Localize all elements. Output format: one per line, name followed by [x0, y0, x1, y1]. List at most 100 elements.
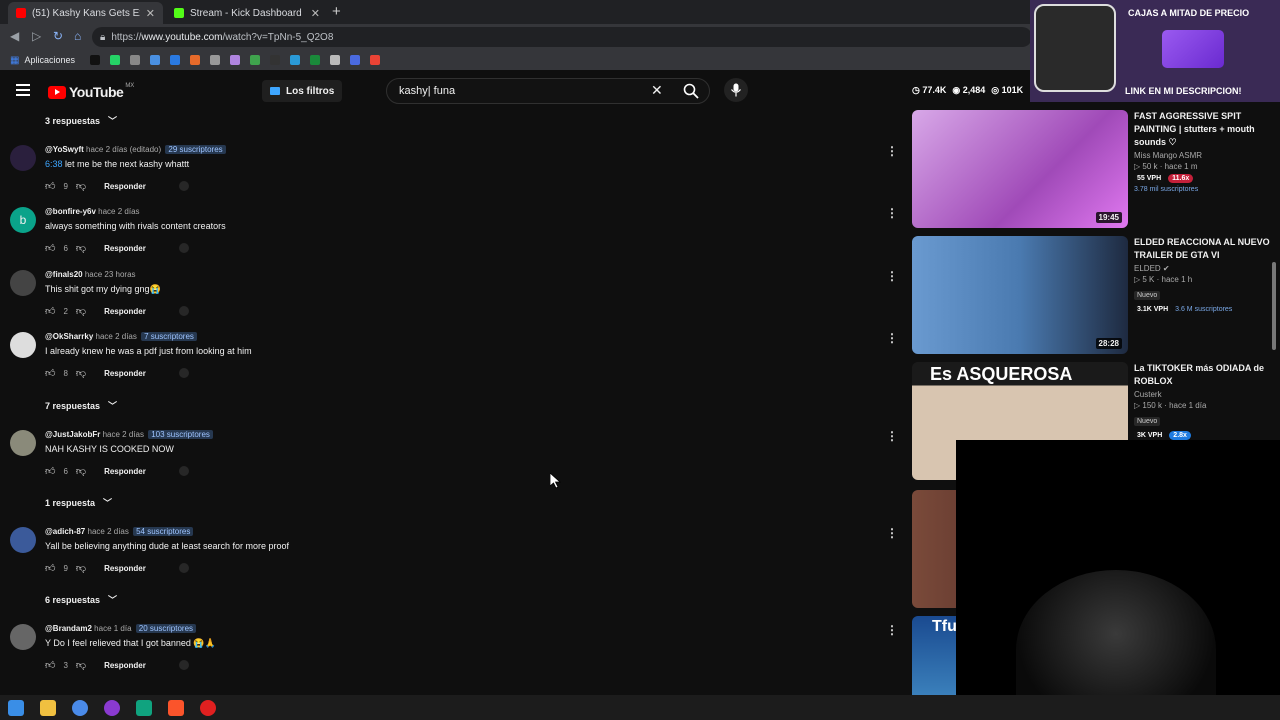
dislike-icon[interactable]: 👎︎: [76, 562, 86, 574]
comment-author[interactable]: @finals20: [45, 270, 83, 279]
youtube-app-icon[interactable]: [200, 699, 216, 716]
dislike-icon[interactable]: 👎︎: [76, 180, 86, 192]
more-options-icon[interactable]: ⋮: [886, 624, 898, 636]
like-icon[interactable]: 👍︎: [45, 465, 55, 477]
replies-toggle[interactable]: 6 respuestas ﹀: [45, 593, 117, 606]
avatar[interactable]: b: [10, 207, 36, 233]
like-icon[interactable]: 👍︎: [45, 562, 55, 574]
bookmark-icon[interactable]: [169, 55, 180, 65]
search-input[interactable]: kashy| funa ✕: [386, 78, 710, 104]
video-title[interactable]: La TIKTOKER más ODIADA de ROBLOX: [1134, 362, 1274, 388]
reply-button[interactable]: Responder: [104, 467, 146, 476]
avatar[interactable]: [10, 332, 36, 358]
bookmark-icon[interactable]: [249, 55, 260, 65]
comment-author[interactable]: @YoSwyft: [45, 145, 84, 154]
bookmark-icon[interactable]: [149, 55, 160, 65]
replies-toggle[interactable]: 7 respuestas ﹀: [45, 399, 117, 412]
like-icon[interactable]: 👍︎: [45, 367, 55, 379]
like-icon[interactable]: 👍︎: [45, 242, 55, 254]
avatar[interactable]: [10, 145, 36, 171]
whatsapp-bookmark-icon[interactable]: [109, 55, 120, 65]
comment-time[interactable]: hace 2 días (editado): [86, 145, 161, 154]
comment-time[interactable]: hace 2 días: [103, 430, 144, 439]
bookmark-icon[interactable]: [129, 55, 140, 65]
avatar[interactable]: [10, 624, 36, 650]
gmail-bookmark-icon[interactable]: [369, 55, 380, 65]
bookmark-apps[interactable]: Aplicaciones: [24, 55, 75, 65]
chrome-icon[interactable]: [72, 699, 88, 716]
dislike-icon[interactable]: 👎︎: [76, 242, 86, 254]
comment-author[interactable]: @JustJakobFr: [45, 430, 100, 439]
apps-grid-icon[interactable]: ▦: [10, 55, 19, 66]
reply-button[interactable]: Responder: [104, 369, 146, 378]
reply-button[interactable]: Responder: [104, 244, 146, 253]
new-tab-icon[interactable]: +: [332, 3, 341, 20]
file-explorer-icon[interactable]: [40, 699, 56, 716]
comment-author[interactable]: @OkSharrky: [45, 332, 93, 341]
replies-toggle[interactable]: 3 respuestas ﹀: [45, 114, 117, 127]
back-icon[interactable]: ◀: [10, 29, 19, 43]
dislike-icon[interactable]: 👎︎: [76, 367, 86, 379]
comment-time[interactable]: hace 2 días: [98, 207, 139, 216]
more-options-icon[interactable]: ⋮: [886, 430, 898, 442]
tab-kick[interactable]: Stream - Kick Dashboard ✕: [166, 2, 328, 24]
close-tab-icon[interactable]: ✕: [311, 7, 320, 20]
hamburger-menu-icon[interactable]: [16, 84, 30, 96]
chatgpt-icon[interactable]: [136, 699, 152, 716]
app-icon[interactable]: [104, 699, 120, 716]
like-icon[interactable]: 👍︎: [45, 180, 55, 192]
reload-icon[interactable]: ↻: [53, 29, 63, 43]
reply-button[interactable]: Responder: [104, 182, 146, 191]
more-options-icon[interactable]: ⋮: [886, 332, 898, 344]
sidebar-scrollbar[interactable]: [1272, 262, 1276, 350]
comment-author[interactable]: @adich-87: [45, 527, 85, 536]
channel-name[interactable]: Miss Mango ASMR: [1134, 151, 1274, 160]
video-thumbnail[interactable]: 19:45: [912, 110, 1128, 228]
bookmark-icon[interactable]: [329, 55, 340, 65]
reply-button[interactable]: Responder: [104, 307, 146, 316]
more-options-icon[interactable]: ⋮: [886, 207, 898, 219]
clear-search-icon[interactable]: ✕: [651, 82, 663, 99]
bookmark-icon[interactable]: [229, 55, 240, 65]
forward-icon[interactable]: ▷: [32, 29, 41, 43]
filters-button[interactable]: Los filtros: [262, 80, 343, 102]
tab-youtube[interactable]: (51) Kashy Kans Gets Exposed fo ✕: [8, 2, 163, 24]
dislike-icon[interactable]: 👎︎: [76, 465, 86, 477]
search-button[interactable]: [673, 79, 709, 103]
url-field[interactable]: 🔒︎ https://www.youtube.com/watch?v=TpNn-…: [92, 27, 1032, 47]
comment-time[interactable]: hace 1 día: [94, 624, 131, 633]
avatar[interactable]: [10, 527, 36, 553]
video-title[interactable]: FAST AGGRESSIVE SPIT PAINTING | stutters…: [1134, 110, 1274, 149]
like-icon[interactable]: 👍︎: [45, 305, 55, 317]
dislike-icon[interactable]: 👎︎: [76, 659, 86, 671]
avatar[interactable]: [10, 430, 36, 456]
reply-button[interactable]: Responder: [104, 564, 146, 573]
like-icon[interactable]: 👍︎: [45, 659, 55, 671]
comment-time[interactable]: hace 2 días: [88, 527, 129, 536]
bookmark-icon[interactable]: [89, 55, 100, 65]
more-options-icon[interactable]: ⋮: [886, 527, 898, 539]
windows-start-icon[interactable]: [8, 699, 24, 716]
comment-author[interactable]: @Brandam2: [45, 624, 92, 633]
avatar[interactable]: [10, 270, 36, 296]
timestamp-link[interactable]: 6:38: [45, 159, 63, 169]
brave-icon[interactable]: [168, 699, 184, 716]
comment-time[interactable]: hace 23 horas: [85, 270, 136, 279]
reply-button[interactable]: Responder: [104, 661, 146, 670]
replies-toggle[interactable]: 1 respuesta ﹀: [45, 496, 112, 509]
more-options-icon[interactable]: ⋮: [886, 270, 898, 282]
bookmark-icon[interactable]: [309, 55, 320, 65]
channel-name[interactable]: ELDED ✔: [1134, 264, 1274, 273]
bookmark-icon[interactable]: [189, 55, 200, 65]
bookmark-icon[interactable]: [269, 55, 280, 65]
close-tab-icon[interactable]: ✕: [146, 7, 155, 20]
home-icon[interactable]: ⌂: [74, 29, 81, 43]
video-thumbnail[interactable]: 28:28: [912, 236, 1128, 354]
bookmark-icon[interactable]: [349, 55, 360, 65]
youtube-logo[interactable]: YouTube MX: [48, 83, 134, 100]
comment-author[interactable]: @bonfire-y6v: [45, 207, 96, 216]
voice-search-button[interactable]: [724, 78, 748, 102]
video-title[interactable]: ELDED REACCIONA AL NUEVO TRAILER DE GTA …: [1134, 236, 1274, 262]
more-options-icon[interactable]: ⋮: [886, 145, 898, 157]
bookmark-icon[interactable]: [209, 55, 220, 65]
